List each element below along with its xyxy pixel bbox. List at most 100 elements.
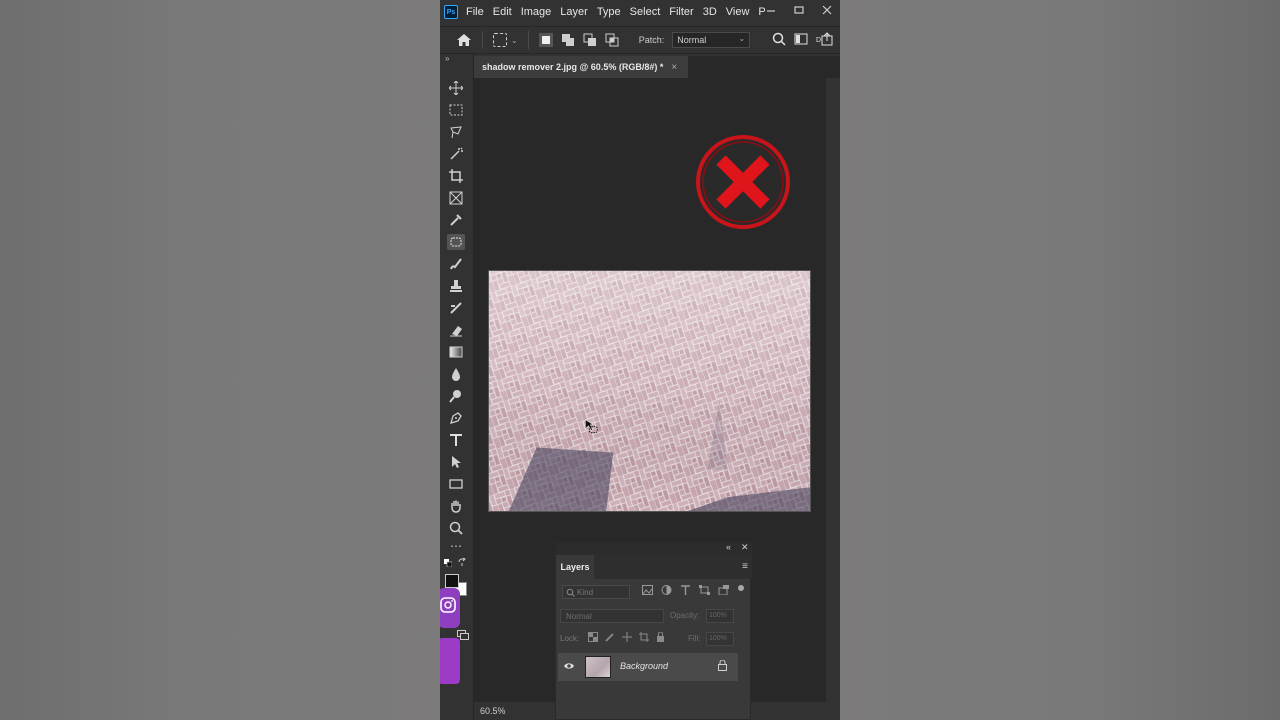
patch-tool-icon[interactable]	[493, 33, 507, 47]
patch-mode-value: Normal	[677, 35, 707, 45]
lock-transparency-icon[interactable]	[588, 632, 598, 642]
svg-text:D: D	[816, 37, 821, 44]
menu-type[interactable]: Type	[597, 6, 621, 18]
history-brush-tool-icon[interactable]	[447, 300, 465, 316]
lock-position-icon[interactable]	[622, 632, 632, 642]
document-tab-title: shadow remover 2.jpg @ 60.5% (RGB/8#) *	[482, 62, 664, 72]
lock-all-icon[interactable]	[656, 632, 665, 642]
type-tool-icon[interactable]	[447, 432, 465, 448]
layers-tab-bar: Layers ≡	[556, 555, 752, 579]
filter-toggle-icon[interactable]	[737, 585, 745, 595]
layer-thumbnail	[585, 656, 611, 678]
marquee-tool-icon[interactable]	[447, 102, 465, 118]
window-controls	[766, 0, 832, 20]
zoom-tool-icon[interactable]	[447, 520, 465, 536]
menu-view[interactable]: View	[726, 6, 750, 18]
app-logo: Ps	[444, 5, 458, 19]
shape-filter-icon[interactable]	[699, 585, 710, 595]
lock-artboard-icon[interactable]	[639, 632, 649, 642]
default-colors-icon[interactable]	[444, 559, 452, 567]
menu-3d[interactable]: 3D	[703, 6, 717, 18]
eraser-tool-icon[interactable]	[447, 322, 465, 338]
dodge-tool-icon[interactable]	[447, 388, 465, 404]
layer-name[interactable]: Background	[620, 661, 668, 671]
patch-tool-icon[interactable]	[447, 234, 465, 250]
eyedropper-tool-icon[interactable]	[447, 212, 465, 228]
swap-colors-icon[interactable]	[458, 558, 467, 567]
menu-plugins[interactable]: P	[758, 6, 765, 18]
opacity-input[interactable]: 100%	[706, 609, 734, 623]
close-icon[interactable]	[822, 5, 832, 15]
crop-tool-icon[interactable]	[447, 168, 465, 184]
share-icon[interactable]: D	[816, 32, 836, 46]
document-image[interactable]	[488, 270, 811, 512]
gradient-tool-icon[interactable]	[447, 344, 465, 360]
close-panel-icon[interactable]: ✕	[741, 542, 749, 553]
options-right-icons: D	[772, 32, 836, 46]
add-selection-icon[interactable]	[561, 33, 575, 47]
reject-x-icon	[696, 135, 790, 229]
workspace-icon[interactable]	[794, 32, 808, 46]
menu-bar: Ps File Edit Image Layer Type Select Fil…	[440, 0, 840, 24]
document-tab[interactable]: shadow remover 2.jpg @ 60.5% (RGB/8#) * …	[474, 56, 688, 78]
new-selection-icon[interactable]	[538, 33, 553, 47]
pixel-filter-icon[interactable]	[642, 585, 653, 595]
layer-row[interactable]: Background	[558, 653, 738, 681]
menu-edit[interactable]: Edit	[493, 6, 512, 18]
frame-tool-icon[interactable]	[447, 190, 465, 206]
document-tab-bar: shadow remover 2.jpg @ 60.5% (RGB/8#) * …	[474, 56, 840, 78]
vertical-scrollbar[interactable]	[826, 78, 840, 702]
chevron-down-icon: ⌄	[738, 34, 746, 43]
separator	[482, 31, 483, 49]
collapse-icon[interactable]: »	[445, 54, 449, 63]
menu-filter[interactable]: Filter	[669, 6, 693, 18]
eye-icon[interactable]	[564, 662, 574, 670]
move-tool-icon[interactable]	[447, 80, 465, 96]
tab-close-icon[interactable]: ×	[671, 62, 677, 73]
search-icon[interactable]	[772, 32, 786, 46]
hand-tool-icon[interactable]	[447, 498, 465, 514]
tab-layers[interactable]: Layers	[556, 555, 594, 579]
magic-wand-tool-icon[interactable]	[447, 146, 465, 162]
type-filter-icon[interactable]	[680, 585, 691, 595]
blur-tool-icon[interactable]	[447, 366, 465, 382]
minimize-icon[interactable]	[766, 5, 776, 15]
foreground-color-swatch[interactable]	[445, 574, 459, 588]
blend-mode-select[interactable]: Normal	[560, 609, 664, 623]
patch-mode-select[interactable]: Normal ⌄	[672, 32, 751, 48]
more-tools-icon[interactable]: ⋯	[447, 538, 465, 554]
path-select-tool-icon[interactable]	[447, 454, 465, 470]
menu-file[interactable]: File	[466, 6, 484, 18]
intersect-selection-icon[interactable]	[605, 33, 619, 47]
instagram-icon	[440, 588, 460, 684]
collapse-panel-icon[interactable]: «	[726, 542, 731, 552]
rectangle-tool-icon[interactable]	[447, 476, 465, 492]
lock-icon	[718, 660, 727, 671]
patch-label: Patch:	[638, 35, 665, 45]
lasso-tool-icon[interactable]	[447, 124, 465, 140]
brush-tool-icon[interactable]	[447, 256, 465, 272]
fill-label: Fill:	[688, 634, 701, 643]
filter-kind-select[interactable]: Kind	[562, 585, 630, 599]
kind-placeholder: Kind	[577, 587, 594, 597]
home-icon[interactable]	[456, 33, 472, 47]
layers-panel: « ✕ Layers ≡ Kind Normal Opacity: 100% L…	[555, 542, 752, 720]
fill-input[interactable]: 100%	[706, 632, 734, 646]
adjustment-filter-icon[interactable]	[661, 585, 672, 595]
zoom-level[interactable]: 60.5%	[480, 706, 506, 716]
chevron-down-icon[interactable]: ⌄	[511, 36, 518, 45]
lock-pixels-icon[interactable]	[605, 632, 615, 642]
panel-menu-icon[interactable]: ≡	[742, 561, 748, 572]
lock-label: Lock:	[560, 634, 580, 643]
layer-filter-icons	[642, 585, 745, 595]
maximize-icon[interactable]	[794, 5, 804, 15]
menu-image[interactable]: Image	[521, 6, 552, 18]
menu-select[interactable]: Select	[630, 6, 661, 18]
smart-object-filter-icon[interactable]	[718, 585, 729, 595]
search-icon	[566, 588, 575, 597]
separator	[527, 31, 529, 49]
clone-stamp-tool-icon[interactable]	[447, 278, 465, 294]
subtract-selection-icon[interactable]	[583, 33, 597, 47]
pen-tool-icon[interactable]	[447, 410, 465, 426]
menu-layer[interactable]: Layer	[560, 6, 588, 18]
